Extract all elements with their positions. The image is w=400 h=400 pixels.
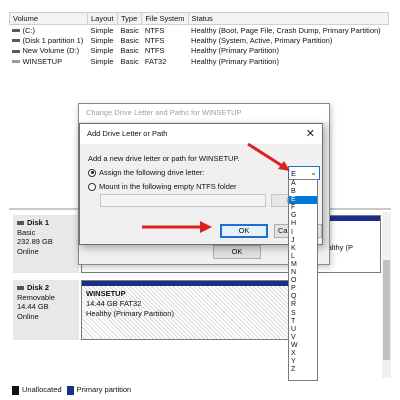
drive-letter-select[interactable]: E ⌄ bbox=[288, 166, 320, 180]
scrollbar-thumb[interactable] bbox=[383, 260, 390, 360]
drive-letter-option[interactable]: R bbox=[289, 301, 317, 309]
legend-unallocated: Unallocated bbox=[12, 385, 62, 395]
volume-table-header: Volume Layout Type File System Status bbox=[9, 12, 390, 25]
drive-letter-option[interactable]: T bbox=[289, 318, 317, 326]
column-header-status[interactable]: Status bbox=[187, 12, 390, 25]
volume-status: Healthy (System, Active, Primary Partiti… bbox=[191, 35, 333, 45]
drive-letter-option[interactable]: N bbox=[289, 269, 317, 277]
drive-letter-option[interactable]: W bbox=[289, 342, 317, 350]
dialog-title: Change Drive Letter and Paths for WINSET… bbox=[79, 104, 329, 122]
table-row[interactable]: New Volume (D:) Simple Basic NTFS Health… bbox=[10, 46, 389, 57]
add-drive-letter-dialog: Add Drive Letter or Path ✕ Add a new dri… bbox=[79, 123, 323, 245]
volume-layout: Simple bbox=[90, 25, 114, 35]
column-header-type[interactable]: Type bbox=[116, 12, 143, 25]
chevron-down-icon[interactable]: ⌄ bbox=[310, 168, 317, 177]
disk-type: Basic bbox=[17, 227, 36, 237]
volume-layout: Simple bbox=[90, 35, 114, 45]
volume-icon bbox=[11, 60, 20, 64]
disk-2-label[interactable]: Disk 2 Removable 14.44 GB Online bbox=[13, 280, 79, 340]
table-row[interactable]: (C:) Simple Basic NTFS Healthy (Boot, Pa… bbox=[10, 25, 389, 36]
drive-letter-option[interactable]: K bbox=[289, 245, 317, 253]
drive-letter-option[interactable]: X bbox=[289, 350, 317, 358]
ok-button[interactable]: OK bbox=[220, 224, 268, 238]
volume-layout: Simple bbox=[90, 46, 114, 56]
drive-letter-option[interactable]: S bbox=[289, 310, 317, 318]
drive-letter-option[interactable]: V bbox=[289, 334, 317, 342]
disk-size: 232.89 GB bbox=[17, 237, 53, 246]
bg-ok-button[interactable]: OK bbox=[213, 245, 261, 259]
volume-layout: Simple bbox=[90, 56, 114, 66]
volume-file-system: NTFS bbox=[144, 25, 165, 35]
partition-name: WINSETUP bbox=[86, 289, 126, 298]
radio-unchecked-icon[interactable] bbox=[88, 182, 96, 191]
partition-status: Healthy (Primary Partition) bbox=[86, 309, 174, 318]
radio-checked-icon[interactable] bbox=[88, 168, 96, 177]
disk-name: Disk 2 bbox=[17, 283, 75, 293]
volume-type: Basic bbox=[120, 35, 139, 45]
volume-icon bbox=[11, 49, 20, 53]
drive-letter-option[interactable]: F bbox=[289, 204, 317, 212]
drive-letter-option[interactable]: M bbox=[289, 261, 317, 269]
disk-2-partition-winsetup[interactable]: WINSETUP 14.44 GB FAT32 Healthy (Primary… bbox=[81, 280, 291, 340]
disk-type: Removable bbox=[17, 292, 55, 302]
volume-name: (Disk 1 partition 1) bbox=[22, 35, 84, 45]
folder-path-field[interactable] bbox=[100, 194, 266, 207]
drive-letter-option[interactable]: Y bbox=[289, 358, 317, 366]
disk-name: Disk 1 bbox=[17, 218, 75, 228]
volume-icon bbox=[11, 39, 20, 43]
column-header-file-system[interactable]: File System bbox=[141, 12, 189, 25]
volume-file-system: FAT32 bbox=[144, 56, 167, 66]
disk-1-label[interactable]: Disk 1 Basic 232.89 GB Online bbox=[13, 215, 79, 273]
drive-letter-option[interactable]: P bbox=[289, 285, 317, 293]
volume-status: Healthy (Primary Partition) bbox=[191, 46, 279, 56]
volume-type: Basic bbox=[120, 46, 139, 56]
disk-state: Online bbox=[17, 311, 39, 321]
dialog-title: Add Drive Letter or Path bbox=[87, 129, 168, 138]
volume-name: WINSETUP bbox=[22, 56, 63, 66]
disk-size: 14.44 GB bbox=[17, 302, 49, 311]
legend-primary: Primary partition bbox=[66, 385, 131, 395]
volume-table: Volume Layout Type File System Status (C… bbox=[9, 12, 390, 67]
drive-letter-option[interactable]: J bbox=[289, 237, 317, 245]
volume-name: (C:) bbox=[22, 25, 36, 35]
drive-letter-option[interactable]: Q bbox=[289, 293, 317, 301]
volume-type: Basic bbox=[120, 25, 139, 35]
column-header-layout[interactable]: Layout bbox=[87, 12, 118, 25]
mount-folder-option[interactable]: Mount in the following empty NTFS folder bbox=[88, 182, 237, 191]
unallocated-swatch-icon bbox=[12, 385, 19, 395]
table-row[interactable]: (Disk 1 partition 1) Simple Basic NTFS H… bbox=[10, 35, 389, 46]
mount-folder-label: Mount in the following empty NTFS folder bbox=[99, 182, 237, 191]
drive-letter-option[interactable]: H bbox=[289, 220, 317, 228]
dialog-title-bar: Add Drive Letter or Path ✕ bbox=[80, 124, 322, 144]
drive-letter-value: E bbox=[291, 169, 297, 178]
drive-letter-option[interactable]: G bbox=[289, 212, 317, 220]
assign-letter-option[interactable]: Assign the following drive letter: bbox=[88, 168, 204, 177]
disk-map-scrollbar[interactable] bbox=[382, 212, 391, 378]
primary-swatch-icon bbox=[66, 385, 74, 395]
volume-file-system: NTFS bbox=[144, 35, 165, 45]
close-icon[interactable]: ✕ bbox=[306, 127, 315, 140]
volume-status: Healthy (Primary Partition) bbox=[191, 56, 279, 66]
partition-size: 14.44 GB FAT32 bbox=[86, 299, 142, 308]
drive-letter-list[interactable]: ABEFGHIJKLMNOPQRSTUVWXYZ bbox=[288, 179, 318, 381]
drive-letter-option[interactable]: O bbox=[289, 277, 317, 285]
column-header-volume[interactable]: Volume bbox=[9, 12, 88, 25]
drive-letter-option[interactable]: I bbox=[289, 229, 317, 237]
volume-status: Healthy (Boot, Page File, Crash Dump, Pr… bbox=[191, 25, 381, 35]
volume-file-system: NTFS bbox=[144, 46, 165, 56]
table-row[interactable]: WINSETUP Simple Basic FAT32 Healthy (Pri… bbox=[10, 56, 389, 67]
drive-letter-option[interactable]: Z bbox=[289, 366, 317, 374]
volume-icon bbox=[11, 29, 20, 33]
drive-letter-option[interactable]: U bbox=[289, 326, 317, 334]
drive-letter-option[interactable]: L bbox=[289, 253, 317, 261]
drive-letter-option[interactable]: B bbox=[289, 188, 317, 196]
volume-name: New Volume (D:) bbox=[22, 46, 80, 56]
volume-type: Basic bbox=[120, 56, 139, 66]
assign-letter-label: Assign the following drive letter: bbox=[99, 168, 205, 177]
dialog-prompt: Add a new drive letter or path for WINSE… bbox=[88, 154, 240, 163]
drive-letter-option[interactable]: E bbox=[289, 196, 317, 205]
disk-state: Online bbox=[17, 246, 39, 256]
drive-letter-option[interactable]: A bbox=[289, 180, 317, 188]
legend: Unallocated Primary partition bbox=[9, 383, 391, 397]
